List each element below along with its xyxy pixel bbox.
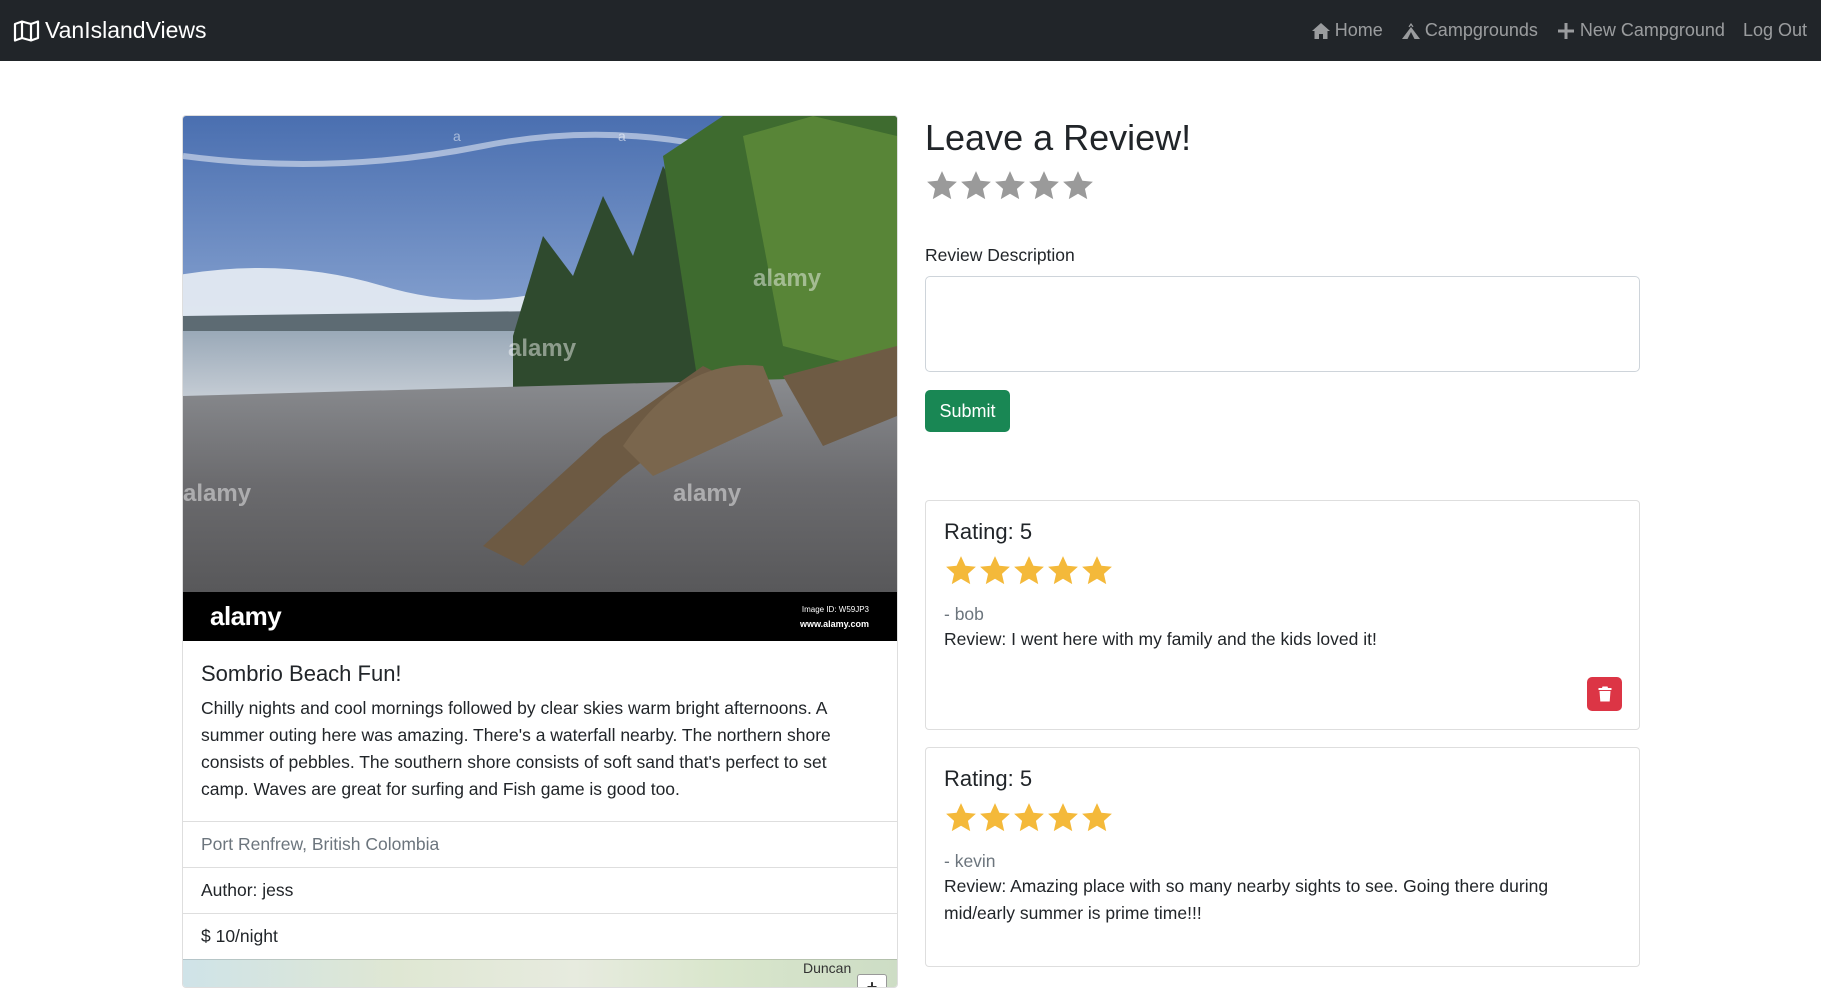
map-zoom-in-button[interactable]: + [857, 974, 887, 987]
review-stars [944, 801, 1621, 837]
map-icon [13, 19, 40, 42]
review-author: - bob [944, 604, 984, 624]
trash-icon [1598, 686, 1611, 702]
star-icon [1082, 556, 1112, 585]
nav-links: Home Campgrounds New Campground Log Out [1293, 20, 1807, 41]
review-description-label: Review Description [925, 245, 1075, 265]
campground-image: a a alamy alamy alamy alamy alamy Image … [183, 116, 897, 641]
star-icon [1014, 803, 1044, 832]
nav-new-campground-label: New Campground [1579, 20, 1725, 40]
nav-home-link[interactable]: Home [1311, 20, 1383, 41]
review-form: Leave a Review! Review Description Submi… [925, 115, 1640, 432]
campground-card: a a alamy alamy alamy alamy alamy Image … [182, 115, 898, 988]
star-icon [946, 556, 976, 585]
home-icon [1311, 22, 1330, 39]
svg-text:alamy: alamy [753, 265, 822, 292]
watermark-image-id: Image ID: W59JP3 [801, 604, 869, 614]
navbar: VanIslandViews Home Campgrounds New Camp… [0, 0, 1821, 61]
review-author: - kevin [944, 851, 996, 871]
plus-icon [1557, 22, 1574, 39]
star-icon [1082, 803, 1112, 832]
svg-text:a: a [453, 128, 461, 144]
star-icon[interactable] [925, 169, 959, 203]
star-icon[interactable] [1061, 169, 1095, 203]
nav-logout-link[interactable]: Log Out [1743, 20, 1807, 41]
image-watermark-bar: alamy Image ID: W59JP3 www.alamy.com [183, 592, 897, 641]
map-city-label: Duncan [803, 960, 852, 976]
campground-title: Sombrio Beach Fun! [201, 661, 402, 686]
nav-campgrounds-label: Campgrounds [1424, 20, 1538, 40]
nav-logout-label: Log Out [1742, 20, 1807, 40]
nav-home-label: Home [1334, 20, 1383, 40]
brand-text: VanIslandViews [45, 17, 207, 43]
star-icon [1014, 556, 1044, 585]
review-card: Rating: 5 - bob Review: I went here with… [925, 500, 1640, 730]
svg-text:alamy: alamy [508, 335, 577, 362]
campground-card-body: Sombrio Beach Fun! Chilly nights and coo… [183, 641, 897, 821]
campground-description: Chilly nights and cool mornings followed… [201, 698, 831, 799]
review-card: Rating: 5 - kevin Review: Amazing place … [925, 747, 1640, 967]
watermark-url: www.alamy.com [799, 618, 869, 629]
review-rating-label: Rating: 5 [944, 766, 1033, 791]
beach-photo: a a alamy alamy alamy alamy [183, 116, 897, 592]
review-text: Review: Amazing place with so many nearb… [944, 876, 1549, 923]
review-rating-label: Rating: 5 [944, 519, 1033, 544]
star-icon [1048, 556, 1078, 585]
svg-text:alamy: alamy [673, 480, 742, 507]
submit-review-button[interactable]: Submit [925, 390, 1010, 432]
campground-map[interactable]: Duncan + [183, 959, 897, 987]
review-text: Review: I went here with my family and t… [944, 629, 1377, 649]
star-icon [1048, 803, 1078, 832]
review-stars [944, 554, 1621, 590]
star-icon [980, 803, 1010, 832]
watermark-meta: Image ID: W59JP3 www.alamy.com [800, 603, 869, 631]
star-icon[interactable] [959, 169, 993, 203]
campground-location: Port Renfrew, British Colombia [183, 821, 897, 867]
nav-campgrounds-link[interactable]: Campgrounds [1401, 20, 1538, 41]
campground-icon [1401, 22, 1420, 39]
star-rating-input[interactable] [925, 169, 1640, 205]
delete-review-button[interactable] [1587, 677, 1622, 711]
review-heading: Leave a Review! [925, 117, 1192, 158]
svg-text:alamy: alamy [183, 480, 252, 507]
campground-price: $ 10/night [183, 913, 897, 959]
brand-link[interactable]: VanIslandViews [13, 17, 207, 44]
star-icon [946, 803, 976, 832]
watermark-logo: alamy [210, 601, 282, 631]
nav-new-campground-link[interactable]: New Campground [1556, 20, 1725, 41]
star-icon[interactable] [1027, 169, 1061, 203]
star-icon[interactable] [993, 169, 1027, 203]
campground-author: Author: jess [183, 867, 897, 913]
svg-text:a: a [618, 128, 626, 144]
star-icon [980, 556, 1010, 585]
review-description-textarea[interactable] [925, 276, 1640, 372]
